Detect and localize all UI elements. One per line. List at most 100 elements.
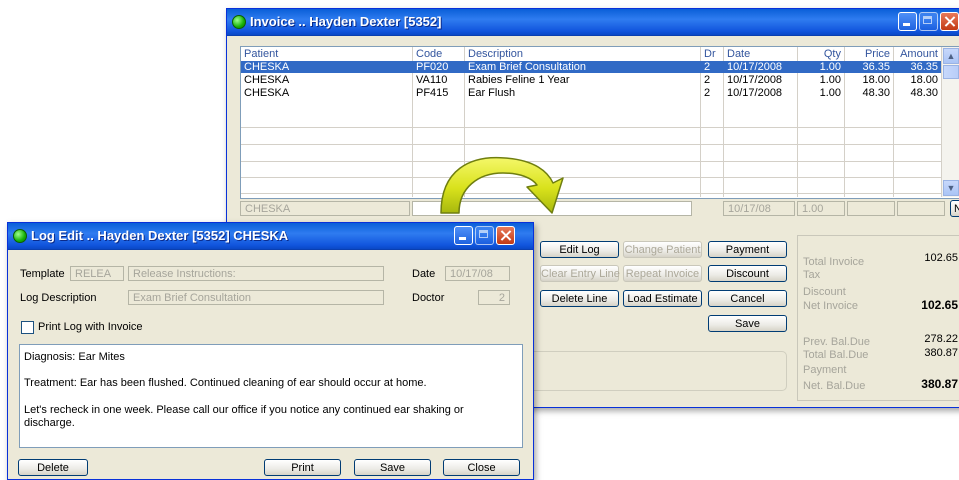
template-code-field[interactable]: RELEA: [70, 266, 124, 281]
cell-description: Ear Flush: [468, 87, 516, 99]
col-header-price[interactable]: Price: [845, 48, 893, 60]
net-invoice-value: 102.65: [921, 298, 958, 312]
new-line-button[interactable]: N: [950, 200, 959, 217]
entry-qty-field[interactable]: 1.00: [797, 201, 845, 216]
net-invoice-label: Net Invoice: [803, 300, 859, 312]
payment-label: Payment: [803, 364, 847, 376]
cell-date: 10/17/2008: [727, 87, 783, 99]
cell-amount: 18.00: [910, 74, 938, 86]
save-button[interactable]: Save: [354, 459, 431, 476]
entry-patient-field[interactable]: CHESKA: [240, 201, 410, 216]
print-log-label[interactable]: Print Log with Invoice: [38, 321, 143, 333]
log-edit-window: Log Edit .. Hayden Dexter [5352] CHESKA …: [7, 222, 534, 480]
cell-code: PF020: [416, 61, 449, 73]
payment-button[interactable]: Payment: [708, 241, 787, 258]
cell-price: 18.00: [862, 74, 890, 86]
clear-entry-line-button[interactable]: Clear Entry Line: [540, 265, 620, 282]
delete-line-button[interactable]: Delete Line: [540, 290, 619, 307]
cell-dr: 2: [704, 61, 711, 73]
cancel-button[interactable]: Cancel: [708, 290, 787, 307]
date-field[interactable]: 10/17/08: [445, 266, 510, 281]
log-description-label: Log Description: [20, 292, 97, 304]
cell-patient: CHESKA: [244, 87, 290, 99]
net-bal-due-label: Net. Bal.Due: [803, 380, 866, 392]
template-name-field[interactable]: Release Instructions:: [128, 266, 384, 281]
entry-amount-field[interactable]: [897, 201, 945, 216]
cell-qty: 1.00: [819, 87, 841, 99]
net-bal-due-value: 380.87: [921, 377, 958, 391]
total-bal-due-label: Total Bal.Due: [803, 349, 869, 361]
col-header-code[interactable]: Code: [413, 48, 445, 60]
cell-amount: 48.30: [910, 87, 938, 99]
print-log-checkbox[interactable]: [21, 321, 34, 334]
cell-date: 10/17/2008: [727, 74, 783, 86]
grid-scrollbar[interactable]: ▲ ▼: [942, 47, 959, 197]
scroll-up-icon[interactable]: ▲: [943, 48, 959, 64]
prev-bal-due-label: Prev. Bal.Due: [803, 336, 871, 348]
cell-qty: 1.00: [819, 74, 841, 86]
cell-patient: CHESKA: [244, 61, 290, 73]
change-patient-button[interactable]: Change Patient: [623, 241, 702, 258]
total-invoice-label: Total Invoice: [803, 256, 865, 268]
cell-price: 36.35: [862, 61, 890, 73]
cell-description: Rabies Feline 1 Year: [468, 74, 570, 86]
repeat-invoice-button[interactable]: Repeat Invoice: [623, 265, 702, 282]
prev-bal-due-value: 278.22: [924, 333, 958, 345]
doctor-label: Doctor: [412, 292, 445, 304]
edit-log-button[interactable]: Edit Log: [540, 241, 619, 258]
template-label: Template: [20, 268, 65, 280]
col-header-amount[interactable]: Amount: [894, 48, 941, 60]
memo-line: Treatment: Ear has been flushed. Continu…: [24, 377, 427, 389]
cell-dr: 2: [704, 74, 711, 86]
cell-dr: 2: [704, 87, 711, 99]
entry-description-field[interactable]: [412, 201, 692, 216]
memo-line: Let's recheck in one week. Please call o…: [24, 404, 464, 416]
doctor-field[interactable]: 2: [478, 290, 510, 305]
discount-label: Discount: [803, 286, 846, 298]
invoice-title: Invoice .. Hayden Dexter [5352]: [250, 14, 442, 29]
cell-description: Exam Brief Consultation: [468, 61, 586, 73]
memo-line: Diagnosis: Ear Mites: [24, 351, 125, 363]
col-header-description[interactable]: Description: [465, 48, 526, 60]
log-edit-title: Log Edit .. Hayden Dexter [5352] CHESKA: [31, 228, 289, 243]
print-button[interactable]: Print: [264, 459, 341, 476]
log-edit-titlebar[interactable]: Log Edit .. Hayden Dexter [5352] CHESKA: [8, 223, 533, 250]
invoice-summary-panel: Total Invoice 102.65 Tax Discount Net In…: [797, 235, 959, 401]
discount-button[interactable]: Discount: [708, 265, 787, 282]
entry-price-field[interactable]: [847, 201, 895, 216]
cell-date: 10/17/2008: [727, 61, 783, 73]
status-dot-icon: [13, 229, 27, 243]
delete-button[interactable]: Delete: [18, 459, 88, 476]
cell-code: PF415: [416, 87, 449, 99]
entry-date-field[interactable]: 10/17/08: [723, 201, 795, 216]
date-label: Date: [412, 268, 436, 280]
invoice-lines-grid[interactable]: Patient Code Description Dr Date Qty Pri…: [240, 46, 959, 199]
minimize-icon[interactable]: [898, 12, 917, 31]
save-button[interactable]: Save: [708, 315, 787, 332]
close-icon[interactable]: [496, 226, 515, 245]
cell-patient: CHESKA: [244, 74, 290, 86]
log-description-field[interactable]: Exam Brief Consultation: [128, 290, 384, 305]
cell-qty: 1.00: [819, 61, 841, 73]
scroll-thumb[interactable]: [943, 65, 959, 79]
close-icon[interactable]: [940, 12, 959, 31]
status-dot-icon: [232, 15, 246, 29]
col-header-dr[interactable]: Dr: [701, 48, 719, 60]
close-button[interactable]: Close: [443, 459, 520, 476]
invoice-titlebar[interactable]: Invoice .. Hayden Dexter [5352]: [227, 9, 959, 36]
maximize-icon[interactable]: [475, 226, 494, 245]
minimize-icon[interactable]: [454, 226, 473, 245]
total-bal-due-value: 380.87: [924, 347, 958, 359]
notes-panel: [527, 351, 787, 391]
cell-price: 48.30: [862, 87, 890, 99]
load-estimate-button[interactable]: Load Estimate: [623, 290, 702, 307]
log-memo-textarea[interactable]: Diagnosis: Ear Mites Treatment: Ear has …: [19, 344, 523, 448]
col-header-qty[interactable]: Qty: [798, 48, 844, 60]
memo-line: discharge.: [24, 417, 75, 429]
scroll-down-icon[interactable]: ▼: [943, 180, 959, 196]
tax-label: Tax: [803, 269, 821, 281]
cell-code: VA110: [416, 74, 448, 86]
col-header-date[interactable]: Date: [724, 48, 753, 60]
col-header-patient[interactable]: Patient: [241, 48, 281, 60]
maximize-icon[interactable]: [919, 12, 938, 31]
